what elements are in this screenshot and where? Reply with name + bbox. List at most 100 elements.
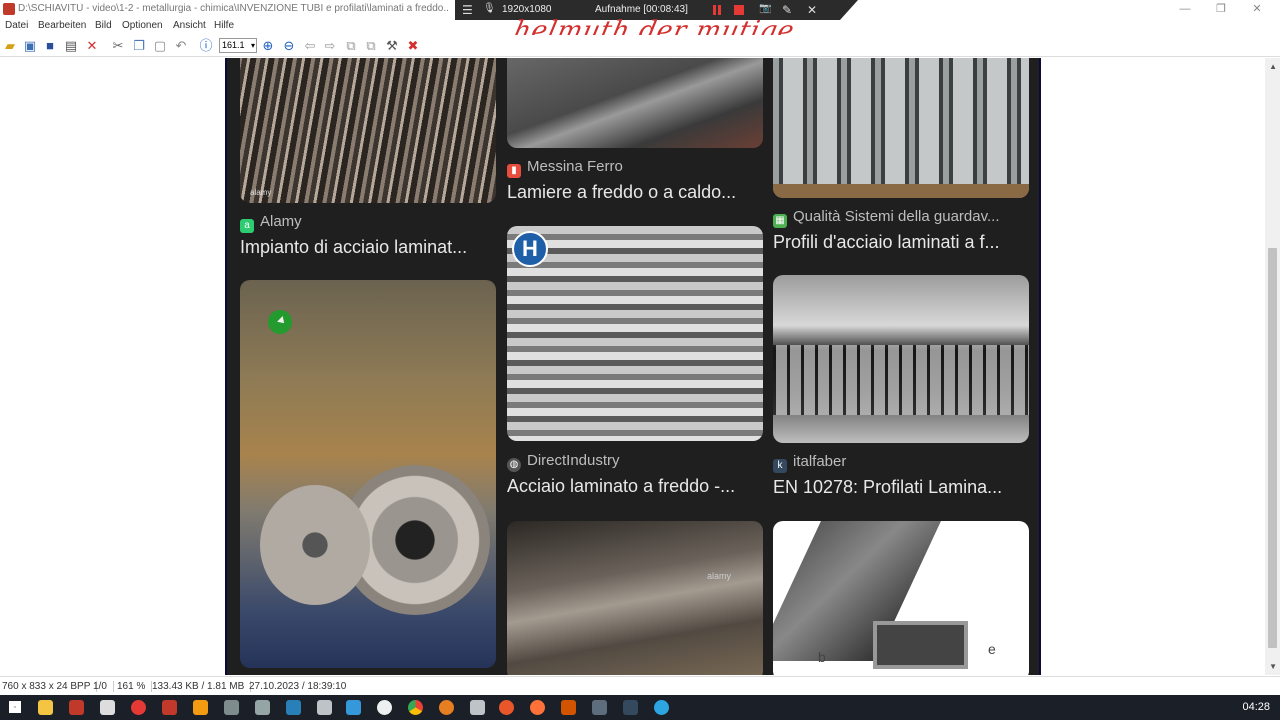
cut-icon[interactable]: ✂	[110, 38, 126, 54]
directindustry-badge-icon: H	[512, 231, 548, 267]
recorder-app-icon[interactable]	[131, 700, 146, 715]
dimension-label-e: e	[988, 641, 996, 657]
word-icon[interactable]	[286, 700, 301, 715]
delete-icon[interactable]: ✕	[84, 38, 100, 54]
pause-recording-icon[interactable]	[713, 5, 721, 15]
microphone-icon[interactable]: 🎙	[483, 3, 496, 14]
tile-source[interactable]: ▮ Messina Ferro	[507, 158, 623, 178]
prev-icon[interactable]: ⇦	[302, 38, 318, 54]
menu-datei[interactable]: Datei	[5, 20, 28, 31]
toolbar: ▰ ▣ ■ ▤ ✕ ✂ ❐ ▢ ↶ ⓘ 161.1 ▾ ⊕ ⊖ ⇦ ⇨ ⧉ ⧉ ⚒…	[0, 35, 1280, 57]
alamy-watermark: alamy	[250, 188, 272, 197]
save-icon[interactable]: ■	[42, 38, 58, 54]
image-tile-tube-diagram[interactable]: b e	[773, 521, 1029, 675]
globe-icon: ◍	[507, 458, 521, 472]
image-tile-steel-sheets[interactable]	[507, 58, 763, 148]
zoom-in-icon[interactable]: ⊕	[260, 38, 276, 54]
telegram-icon[interactable]	[654, 700, 669, 715]
app-icon[interactable]	[623, 700, 638, 715]
pen-icon[interactable]: ✎	[782, 3, 792, 17]
tube-grid	[773, 345, 1029, 415]
exit-icon[interactable]: ✖	[405, 38, 421, 54]
recorder-menu-icon[interactable]: ☰	[462, 3, 473, 17]
status-datetime: 27.10.2023 / 18:39:10	[249, 681, 347, 692]
stop-recording-icon[interactable]	[734, 5, 744, 15]
image-viewer-area[interactable]: alamy a Alamy Impianto di acciaio laminat…	[0, 58, 1280, 675]
recorder-status: Aufnahme [00:08:43]	[595, 4, 688, 15]
chrome-icon[interactable]	[408, 700, 423, 715]
file-explorer-icon[interactable]	[38, 700, 53, 715]
windows-start-icon[interactable]	[9, 701, 21, 713]
settings-icon[interactable]: ⚒	[384, 38, 400, 54]
app-icon[interactable]	[561, 700, 576, 715]
app-icon[interactable]	[439, 700, 454, 715]
image-tile-square-tubes[interactable]	[773, 275, 1029, 443]
info-icon[interactable]: ⓘ	[198, 38, 214, 54]
status-filesize: 133.43 KB / 1.81 MB	[152, 681, 252, 692]
image-tile-steel-coils[interactable]	[240, 280, 496, 668]
tile-title[interactable]: Acciaio laminato a freddo -...	[507, 476, 763, 497]
menu-optionen[interactable]: Optionen	[122, 20, 163, 31]
tile-source[interactable]: ◍ DirectIndustry	[507, 452, 620, 472]
image-tile-steel-pipes[interactable]: alamy	[240, 58, 496, 203]
tile-title[interactable]: Lamiere a freddo o a caldo...	[507, 182, 763, 203]
scroll-up-icon[interactable]: ▲	[1269, 62, 1277, 71]
alamy-logo-icon: a	[240, 219, 254, 233]
slideshow-icon[interactable]: ▣	[22, 38, 38, 54]
app-icon[interactable]	[346, 700, 361, 715]
tile-title[interactable]: Profili d'acciaio laminati a f...	[773, 232, 1029, 253]
print-icon[interactable]: ▤	[63, 38, 79, 54]
menu-bild[interactable]: Bild	[95, 20, 112, 31]
last-page-icon[interactable]: ⧉	[363, 38, 379, 54]
next-icon[interactable]: ⇨	[322, 38, 338, 54]
zoom-out-icon[interactable]: ⊖	[281, 38, 297, 54]
menu-ansicht[interactable]: Ansicht	[173, 20, 206, 31]
window-title: D:\SCHIAVITÙ - video\1-2 - metallurgia -…	[18, 3, 448, 14]
qualita-sistemi-logo-icon: ▦	[773, 214, 787, 228]
camera-icon[interactable]: 📷	[759, 3, 771, 14]
tile-source[interactable]: a Alamy	[240, 213, 302, 233]
tile-source[interactable]: k italfaber	[773, 453, 846, 473]
app-icon[interactable]	[377, 700, 392, 715]
zoom-input[interactable]: 161.1 ▾	[219, 38, 257, 53]
first-page-icon[interactable]: ⧉	[343, 38, 359, 54]
dimension-label-b: b	[818, 649, 826, 665]
paste-icon[interactable]: ▢	[152, 38, 168, 54]
menu-bar: Datei Bearbeiten Bild Optionen Ansicht H…	[0, 19, 500, 35]
minimize-button[interactable]: —	[1170, 2, 1200, 18]
document-icon[interactable]	[100, 700, 115, 715]
vlc-icon[interactable]	[193, 700, 208, 715]
tile-title[interactable]: Impianto di acciaio laminat...	[240, 237, 496, 258]
app-icon[interactable]	[255, 700, 270, 715]
zoom-value: 161.1	[222, 40, 245, 50]
menu-hilfe[interactable]: Hilfe	[214, 20, 234, 31]
irfanview-icon[interactable]	[162, 700, 177, 715]
vertical-scrollbar[interactable]: ▲ ▼	[1265, 58, 1280, 675]
firefox-icon[interactable]	[530, 700, 545, 715]
recorder-close-icon[interactable]: ✕	[807, 3, 817, 17]
image-tile-steel-angles[interactable]: alamy	[507, 521, 763, 675]
app-icon[interactable]	[470, 700, 485, 715]
close-window-button[interactable]: ✕	[1242, 2, 1272, 18]
app-icon[interactable]	[317, 700, 332, 715]
open-folder-icon[interactable]: ▰	[2, 38, 18, 54]
chevron-down-icon[interactable]: ▾	[251, 39, 255, 52]
status-page: 1/0	[93, 681, 114, 692]
tile-title[interactable]: EN 10278: Profilati Lamina...	[773, 477, 1029, 498]
image-tile-angle-profiles[interactable]: H	[507, 226, 763, 441]
scroll-down-icon[interactable]: ▼	[1269, 662, 1277, 671]
scrollbar-thumb[interactable]	[1268, 248, 1277, 648]
firefox-icon[interactable]	[499, 700, 514, 715]
image-tile-c-profiles[interactable]	[773, 58, 1029, 198]
app-icon[interactable]	[224, 700, 239, 715]
tile-source[interactable]: ▦ Qualità Sistemi della guardav...	[773, 208, 1000, 228]
copy-icon[interactable]: ❐	[131, 38, 147, 54]
menu-bearbeiten[interactable]: Bearbeiten	[38, 20, 86, 31]
taskbar: 04:28	[0, 695, 1280, 720]
undo-icon[interactable]: ↶	[173, 38, 189, 54]
filezilla-icon[interactable]	[69, 700, 84, 715]
messina-ferro-logo-icon: ▮	[507, 164, 521, 178]
status-dimensions: 760 x 833 x 24 BPP	[2, 681, 98, 692]
maximize-button[interactable]: ❐	[1206, 2, 1236, 18]
app-icon[interactable]	[592, 700, 607, 715]
